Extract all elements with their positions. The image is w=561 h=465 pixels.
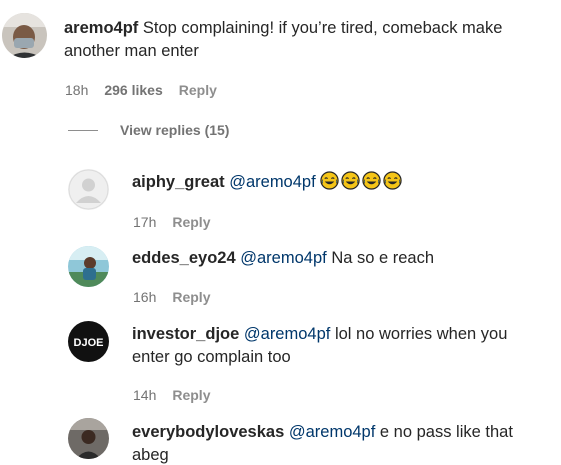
mention-link[interactable]: @aremo4pf [229, 173, 315, 191]
comment-username[interactable]: aremo4pf [64, 19, 138, 37]
reply-text: investor_djoe @aremo4pf lol no worries w… [132, 323, 552, 369]
comment-body-line2: another man enter [64, 42, 199, 60]
avatar[interactable] [68, 418, 109, 459]
reply-time[interactable]: 14h [133, 386, 156, 404]
avatar[interactable]: DJOE [68, 321, 109, 362]
avatar[interactable] [68, 169, 109, 210]
view-replies-label: View replies (15) [120, 122, 230, 138]
comment-time[interactable]: 18h [65, 81, 88, 99]
reply-time[interactable]: 16h [133, 288, 156, 306]
djoe-logo-text: DJOE [74, 337, 104, 349]
reply-button[interactable]: Reply [172, 288, 210, 306]
mention-link[interactable]: @aremo4pf [244, 325, 330, 343]
comments-thread: aremo4pf Stop complaining! if you’re tir… [0, 0, 561, 465]
reply-meta: 17h Reply [133, 213, 210, 231]
reply-button[interactable]: Reply [179, 81, 217, 99]
mention-link[interactable]: @aremo4pf [289, 423, 375, 441]
reply-meta: 16h Reply [133, 288, 210, 306]
mention-link[interactable]: @aremo4pf [240, 249, 326, 267]
reply-username[interactable]: investor_djoe [132, 325, 239, 343]
reply-body-line2: enter go complain too [132, 348, 291, 366]
reply-text: aiphy_great @aremo4pf [132, 171, 552, 194]
divider-line [68, 129, 98, 131]
comment-likes[interactable]: 296 likes [104, 81, 162, 99]
comment-meta: 18h 296 likes Reply [65, 81, 217, 99]
reply-username[interactable]: aiphy_great [132, 173, 225, 191]
face-with-tears-of-joy-icon [320, 171, 339, 190]
reply-button[interactable]: Reply [172, 386, 210, 404]
reply-text: everybodyloveskas @aremo4pf e no pass li… [132, 421, 552, 465]
reply-username[interactable]: eddes_eyo24 [132, 249, 236, 267]
reply-body: e no pass like that [379, 423, 513, 441]
reply-body: lol no worries when you [334, 325, 508, 343]
face-with-tears-of-joy-icon [383, 171, 402, 190]
emoji-group [320, 171, 404, 191]
face-with-tears-of-joy-icon [341, 171, 360, 190]
reply-text: eddes_eyo24 @aremo4pf Na so e reach [132, 247, 552, 270]
reply-username[interactable]: everybodyloveskas [132, 423, 284, 441]
comment-body: Stop complaining! if you’re tired, comeb… [142, 19, 503, 37]
face-with-tears-of-joy-icon [362, 171, 381, 190]
avatar[interactable] [68, 246, 109, 287]
reply-meta: 14h Reply [133, 386, 210, 404]
reply-button[interactable]: Reply [172, 213, 210, 231]
comment-text: aremo4pf Stop complaining! if you’re tir… [64, 17, 544, 63]
reply-time[interactable]: 17h [133, 213, 156, 231]
avatar[interactable] [2, 13, 47, 58]
view-replies-button[interactable]: View replies (15) [68, 122, 229, 138]
reply-body-line2: abeg [132, 446, 169, 464]
reply-body: Na so e reach [331, 249, 435, 267]
